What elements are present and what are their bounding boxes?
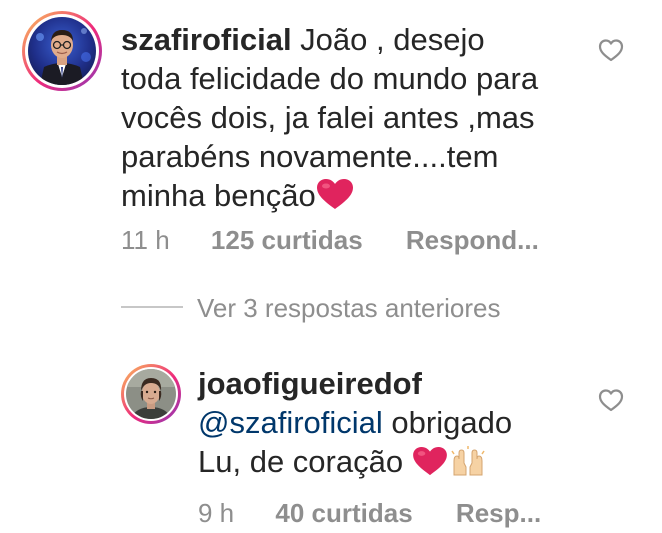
- heart-outline-icon[interactable]: [598, 38, 624, 62]
- red-heart-emoji-icon: [412, 446, 448, 485]
- reply-joaofigueiredof: joaofigueiredof @szafiroficial obrigado …: [0, 350, 662, 533]
- reply-text: obrigado: [382, 405, 513, 440]
- avatar-young-man-icon: [126, 369, 176, 419]
- mention-link[interactable]: @szafiroficial: [198, 405, 383, 440]
- likes-count-button[interactable]: 40 curtidas: [275, 498, 412, 529]
- heart-outline-icon[interactable]: [598, 388, 624, 412]
- avatar[interactable]: [22, 11, 102, 91]
- comment-text-line: vocês dois, ja falei antes ,mas: [121, 100, 535, 135]
- raising-hands-emoji-icon: [450, 445, 486, 486]
- comment-line-5: minha benção: [121, 176, 591, 219]
- comment-text-line: parabéns novamente....tem: [121, 139, 499, 174]
- comment-text-line: João , desejo: [291, 22, 485, 57]
- avatar[interactable]: [121, 364, 181, 424]
- comment-meta: 11 h 125 curtidas Respond...: [121, 225, 539, 256]
- view-replies-button[interactable]: Ver 3 respostas anteriores: [121, 293, 501, 324]
- reply-button[interactable]: Resp...: [456, 498, 541, 529]
- comment-body: szafiroficial João , desejo toda felicid…: [121, 20, 591, 219]
- comment-username[interactable]: szafiroficial: [121, 22, 292, 57]
- reply-text: Lu, de coração: [198, 444, 412, 479]
- likes-count-button[interactable]: 125 curtidas: [211, 225, 363, 256]
- comment-line-1: szafiroficial João , desejo: [121, 20, 591, 59]
- reply-time: 9 h: [198, 498, 235, 528]
- reply-username[interactable]: joaofigueiredof: [198, 364, 578, 403]
- reply-button[interactable]: Respond...: [406, 225, 539, 256]
- view-replies-divider: [121, 306, 183, 309]
- avatar-man-suit-icon: [28, 17, 96, 85]
- red-heart-emoji-icon: [316, 178, 354, 219]
- reply-meta: 9 h 40 curtidas Resp...: [198, 498, 541, 529]
- comment-text-line: toda felicidade do mundo para: [121, 61, 539, 96]
- comment-time: 11 h: [121, 225, 170, 255]
- comment-szafiroficial: szafiroficial João , desejo toda felicid…: [0, 0, 662, 270]
- view-replies-label: Ver 3 respostas anteriores: [197, 293, 501, 323]
- reply-line-2: Lu, de coração: [198, 442, 578, 486]
- comment-text-line: minha benção: [121, 178, 316, 213]
- reply-body: joaofigueiredof @szafiroficial obrigado …: [198, 364, 578, 486]
- reply-line-1: @szafiroficial obrigado: [198, 403, 578, 442]
